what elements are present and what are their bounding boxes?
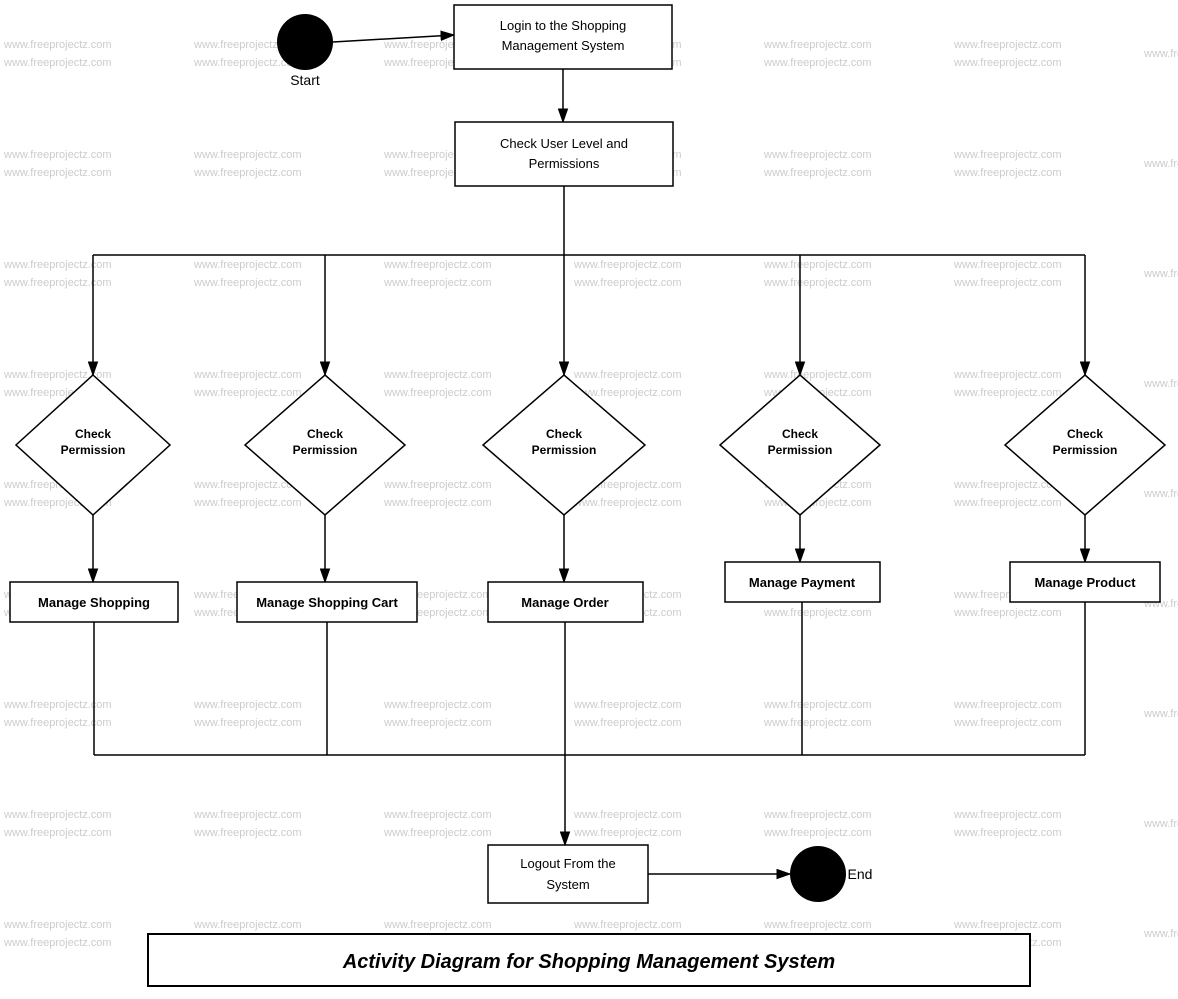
manage-cart-label: Manage Shopping Cart [256, 595, 398, 610]
check-perm4-label: Check [782, 427, 818, 441]
manage-product-label: Manage Product [1034, 575, 1136, 590]
end-label: End [848, 866, 873, 882]
check-perm1-label2: Permission [61, 443, 126, 457]
login-label: Login to the Shopping [500, 18, 627, 33]
check-perm2-label: Check [307, 427, 343, 441]
check-perm4-label2: Permission [768, 443, 833, 457]
check-perm3-label2: Permission [532, 443, 597, 457]
check-user-label2: Permissions [529, 156, 600, 171]
manage-shopping-label: Manage Shopping [38, 595, 150, 610]
end-node [790, 846, 846, 902]
start-node [277, 14, 333, 70]
start-label: Start [290, 72, 320, 88]
login-label2: Management System [502, 38, 625, 53]
logout-label: Logout From the [520, 856, 615, 871]
check-user-label: Check User Level and [500, 136, 628, 151]
logout-label2: System [546, 877, 589, 892]
manage-payment-label: Manage Payment [749, 575, 856, 590]
diagram-title: Activity Diagram for Shopping Management… [342, 951, 835, 973]
manage-order-label: Manage Order [521, 595, 608, 610]
check-perm5-label: Check [1067, 427, 1103, 441]
check-perm1-label: Check [75, 427, 111, 441]
activity-diagram: Start Login to the Shopping Management S… [0, 0, 1178, 994]
check-perm5-label2: Permission [1053, 443, 1118, 457]
login-node [454, 5, 672, 69]
logout-node [488, 845, 648, 903]
check-perm2-label2: Permission [293, 443, 358, 457]
check-user-node [455, 122, 673, 186]
check-perm3-label: Check [546, 427, 582, 441]
